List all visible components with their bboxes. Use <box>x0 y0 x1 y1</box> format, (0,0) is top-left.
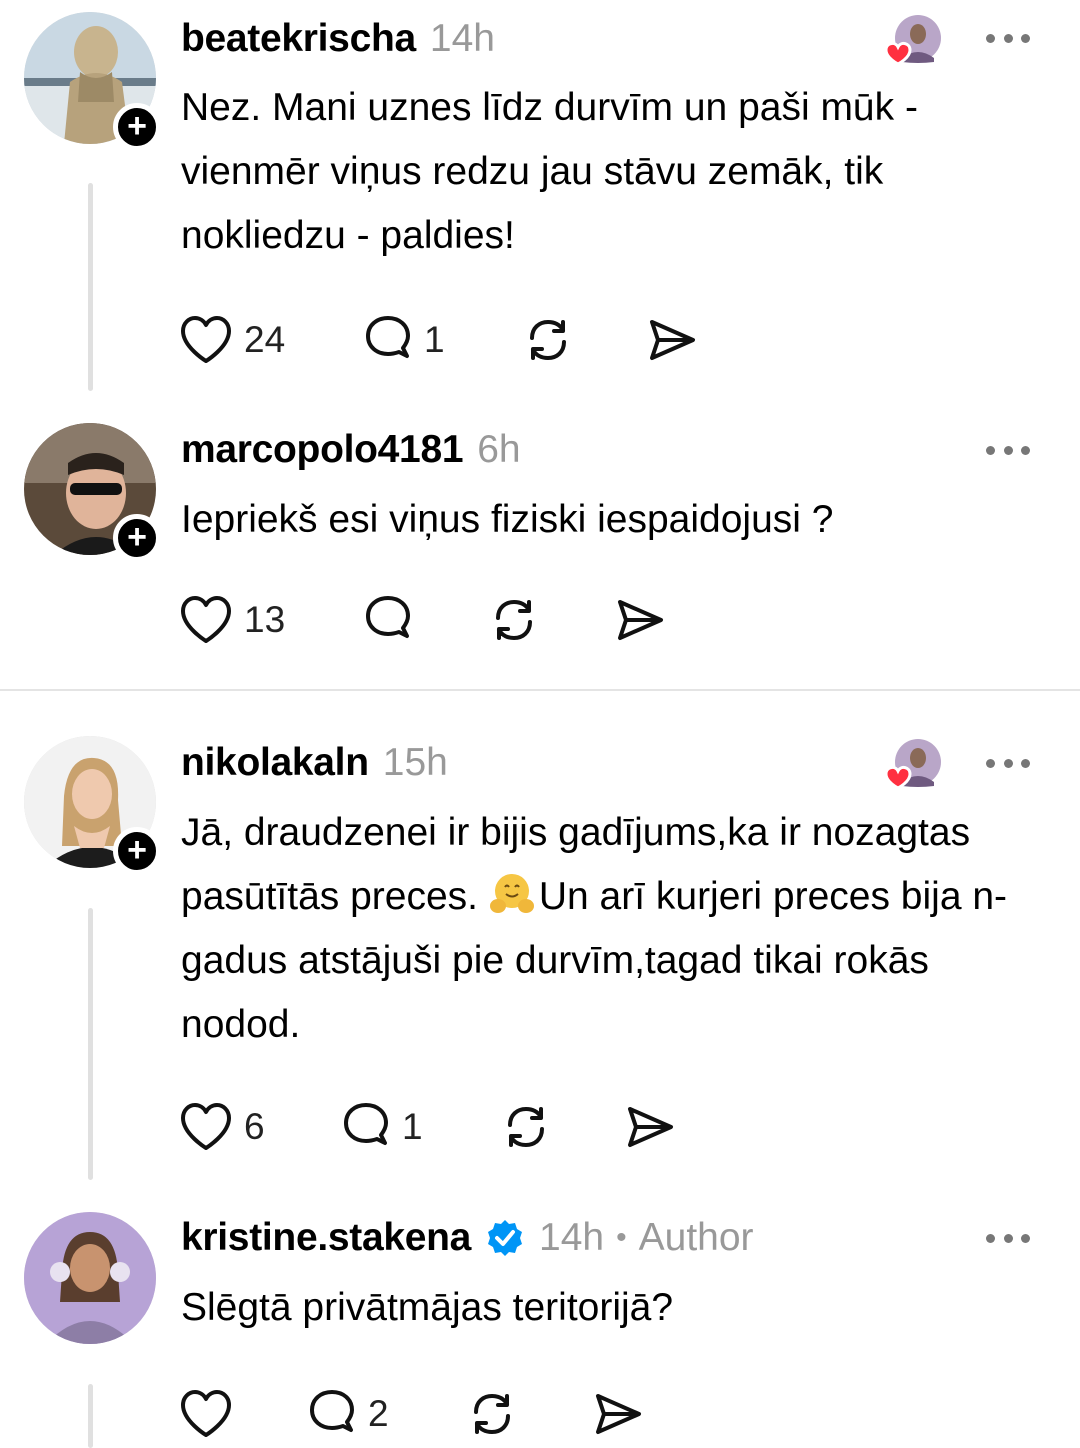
section-divider <box>0 689 1080 691</box>
repost-button[interactable] <box>488 590 614 650</box>
repost-arrows-icon <box>496 600 532 640</box>
verified-badge-icon <box>488 1220 523 1256</box>
post-header: marcopolo4181 6h <box>181 425 521 475</box>
reply-button[interactable] <box>362 590 488 650</box>
avatar[interactable] <box>24 1212 156 1344</box>
reply-button[interactable]: 1 <box>362 310 522 370</box>
follow-plus-icon[interactable]: + <box>113 103 161 151</box>
send-icon <box>628 1107 673 1147</box>
action-bar: 13 <box>178 590 666 650</box>
timestamp: 14h <box>429 17 495 60</box>
post-text: Nez. Mani uznes līdz durvīm un paši mūk … <box>181 86 918 257</box>
action-bar: 2 <box>178 1384 644 1444</box>
repost-button[interactable] <box>500 1097 624 1157</box>
post-text: Iepriekš esi viņus fiziski iespaidojusi … <box>181 498 834 541</box>
username[interactable]: kristine.stakena <box>181 1216 471 1260</box>
like-button[interactable] <box>178 1384 306 1444</box>
thread-line <box>88 908 93 1180</box>
author-liked-indicator <box>878 12 942 76</box>
author-label: Author <box>638 1216 754 1259</box>
reply-button[interactable]: 1 <box>340 1097 500 1157</box>
reply-count: 1 <box>402 1106 423 1147</box>
heart-outline-icon <box>181 1390 231 1437</box>
action-bar: 24 1 <box>178 310 698 370</box>
repost-arrows-icon <box>508 1107 544 1147</box>
heart-outline-icon <box>181 316 231 363</box>
share-button[interactable] <box>624 1097 676 1157</box>
share-button[interactable] <box>646 310 698 370</box>
repost-button[interactable] <box>466 1384 592 1444</box>
repost-button[interactable] <box>522 310 646 370</box>
share-button[interactable] <box>614 590 666 650</box>
send-icon <box>650 320 695 360</box>
more-dots-icon[interactable] <box>986 1231 1030 1245</box>
more-dots-icon[interactable] <box>986 756 1030 770</box>
post-text: Jā, draudzenei ir bijis gadījums,ka ir n… <box>181 801 1051 1057</box>
author-liked-indicator <box>878 736 942 800</box>
like-button[interactable]: 13 <box>178 590 362 650</box>
heart-outline-icon <box>181 596 231 643</box>
post-text: Slēgtā privātmājas teritorijā? <box>181 1286 674 1329</box>
action-bar: 6 1 <box>178 1097 676 1157</box>
repost-arrows-icon <box>530 320 566 360</box>
follow-plus-icon[interactable]: + <box>113 827 161 875</box>
like-count: 13 <box>244 599 286 640</box>
thread-line <box>88 1384 93 1448</box>
post-header: nikolakaln 15h <box>181 738 448 788</box>
speech-bubble-icon <box>366 316 410 358</box>
thread-line <box>88 183 93 391</box>
meta-separator: • <box>616 1221 627 1254</box>
send-icon <box>596 1394 641 1434</box>
like-count: 6 <box>244 1106 265 1147</box>
share-button[interactable] <box>592 1384 644 1444</box>
reply-count: 2 <box>368 1393 389 1434</box>
hugging-face-emoji <box>489 874 534 913</box>
speech-bubble-icon <box>366 596 410 638</box>
more-dots-icon[interactable] <box>986 443 1030 457</box>
like-button[interactable]: 6 <box>178 1097 340 1157</box>
more-dots-icon[interactable] <box>986 31 1030 45</box>
timestamp: 14h <box>539 1216 605 1259</box>
timestamp: 15h <box>382 741 448 784</box>
username[interactable]: beatekrischa <box>181 17 416 61</box>
reply-count: 1 <box>424 319 445 360</box>
post-header: beatekrischa 14h <box>181 14 495 64</box>
username[interactable]: marcopolo4181 <box>181 428 464 472</box>
timestamp: 6h <box>477 428 521 471</box>
username[interactable]: nikolakaln <box>181 741 369 785</box>
speech-bubble-icon <box>344 1103 388 1145</box>
reply-button[interactable]: 2 <box>306 1384 466 1444</box>
author-avatar-small <box>884 739 941 790</box>
repost-arrows-icon <box>474 1394 510 1434</box>
heart-outline-icon <box>181 1103 231 1150</box>
send-icon <box>618 600 663 640</box>
follow-plus-icon[interactable]: + <box>113 514 161 562</box>
like-count: 24 <box>244 319 286 360</box>
post-header: kristine.stakena 14h • Author <box>181 1213 754 1263</box>
author-avatar-small <box>884 15 941 66</box>
like-button[interactable]: 24 <box>178 310 362 370</box>
speech-bubble-icon <box>310 1390 354 1432</box>
